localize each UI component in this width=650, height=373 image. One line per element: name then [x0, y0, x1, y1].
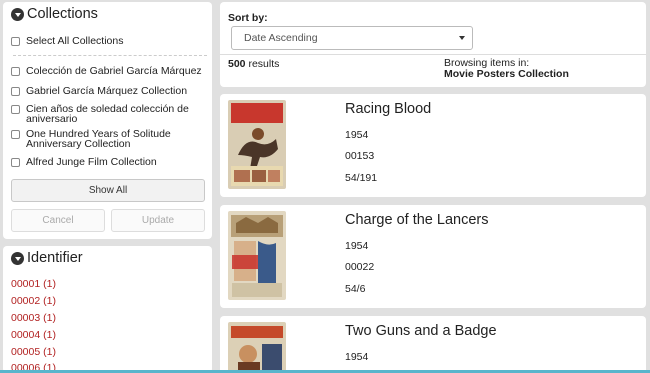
results-count: 500 results: [228, 58, 279, 70]
identifier-link[interactable]: 00003 (1): [11, 312, 56, 324]
identifier-heading[interactable]: Identifier: [3, 246, 212, 270]
item-year: 1954: [345, 129, 369, 141]
sort-panel: Sort by: Date Ascending 500 results Brow…: [220, 2, 646, 87]
collection-label: Cien años de soledad colección de aniver…: [26, 103, 189, 125]
show-all-button[interactable]: Show All: [11, 179, 205, 202]
chevron-down-icon[interactable]: [11, 7, 24, 21]
poster-thumbnail[interactable]: [228, 100, 286, 189]
item-ref: 54/6: [345, 283, 366, 295]
collection-item[interactable]: Cien años de soledad colección de aniver…: [11, 104, 201, 124]
caret-down-icon: [459, 36, 465, 40]
divider: [220, 54, 646, 55]
item-id: 00153: [345, 150, 375, 162]
collection-checkbox[interactable]: [11, 158, 20, 167]
identifier-heading-label: Identifier: [27, 250, 83, 266]
identifier-link[interactable]: 00002 (1): [11, 295, 56, 307]
item-title[interactable]: Racing Blood: [345, 101, 431, 117]
collection-checkbox[interactable]: [11, 87, 20, 96]
result-card[interactable]: Two Guns and a Badge 1954: [220, 316, 646, 373]
select-all-label: Select All Collections: [26, 35, 124, 47]
item-title[interactable]: Charge of the Lancers: [345, 212, 488, 228]
item-ref: 54/191: [345, 172, 378, 184]
collections-panel: Collections Select All Collections Colec…: [3, 2, 212, 239]
item-year: 1954: [345, 351, 369, 363]
item-title[interactable]: Two Guns and a Badge: [345, 323, 497, 339]
collection-label: Alfred Junge Film Collection: [26, 156, 157, 168]
browsing-collection: Movie Posters Collection: [444, 68, 569, 80]
collections-heading[interactable]: Collections: [3, 2, 212, 26]
select-all-collections[interactable]: Select All Collections: [11, 36, 123, 46]
sort-label: Sort by:: [228, 12, 268, 24]
identifier-link[interactable]: 00004 (1): [11, 329, 56, 341]
cancel-button[interactable]: Cancel: [11, 209, 105, 232]
collection-label: Gabriel García Márquez Collection: [26, 85, 188, 97]
sort-selected-value: Date Ascending: [244, 32, 318, 44]
poster-thumbnail[interactable]: [228, 211, 286, 300]
item-year: 1954: [345, 240, 369, 252]
results-count-number: 500: [228, 58, 246, 70]
item-id: 00022: [345, 261, 375, 273]
collection-item[interactable]: One Hundred Years of Solitude Anniversar…: [11, 129, 201, 149]
poster-thumbnail[interactable]: [228, 322, 286, 373]
collection-label: One Hundred Years of Solitude Anniversar…: [26, 128, 171, 150]
select-all-checkbox[interactable]: [11, 37, 20, 46]
results-count-suffix: results: [248, 58, 280, 70]
collection-item[interactable]: Colección de Gabriel García Márquez: [11, 66, 202, 76]
poster-image: [228, 211, 286, 300]
identifier-link[interactable]: 00001 (1): [11, 278, 56, 290]
poster-image: [228, 100, 286, 189]
collections-heading-label: Collections: [27, 6, 98, 22]
collection-item[interactable]: Alfred Junge Film Collection: [11, 157, 157, 167]
chevron-down-icon[interactable]: [11, 251, 24, 265]
update-button[interactable]: Update: [111, 209, 205, 232]
collection-item[interactable]: Gabriel García Márquez Collection: [11, 86, 187, 96]
result-card[interactable]: Charge of the Lancers 1954 00022 54/6: [220, 205, 646, 308]
result-card[interactable]: Racing Blood 1954 00153 54/191: [220, 94, 646, 197]
collection-label: Colección de Gabriel García Márquez: [26, 65, 202, 77]
collection-checkbox[interactable]: [11, 67, 20, 76]
collection-checkbox[interactable]: [11, 105, 20, 114]
browsing-info: Browsing items in: Movie Posters Collect…: [444, 58, 569, 80]
poster-image: [228, 322, 286, 373]
divider: [13, 55, 207, 56]
identifier-link[interactable]: 00005 (1): [11, 346, 56, 358]
collection-checkbox[interactable]: [11, 130, 20, 139]
sort-select[interactable]: Date Ascending: [231, 26, 473, 50]
identifier-panel: Identifier 00001 (1) 00002 (1) 00003 (1)…: [3, 246, 212, 373]
